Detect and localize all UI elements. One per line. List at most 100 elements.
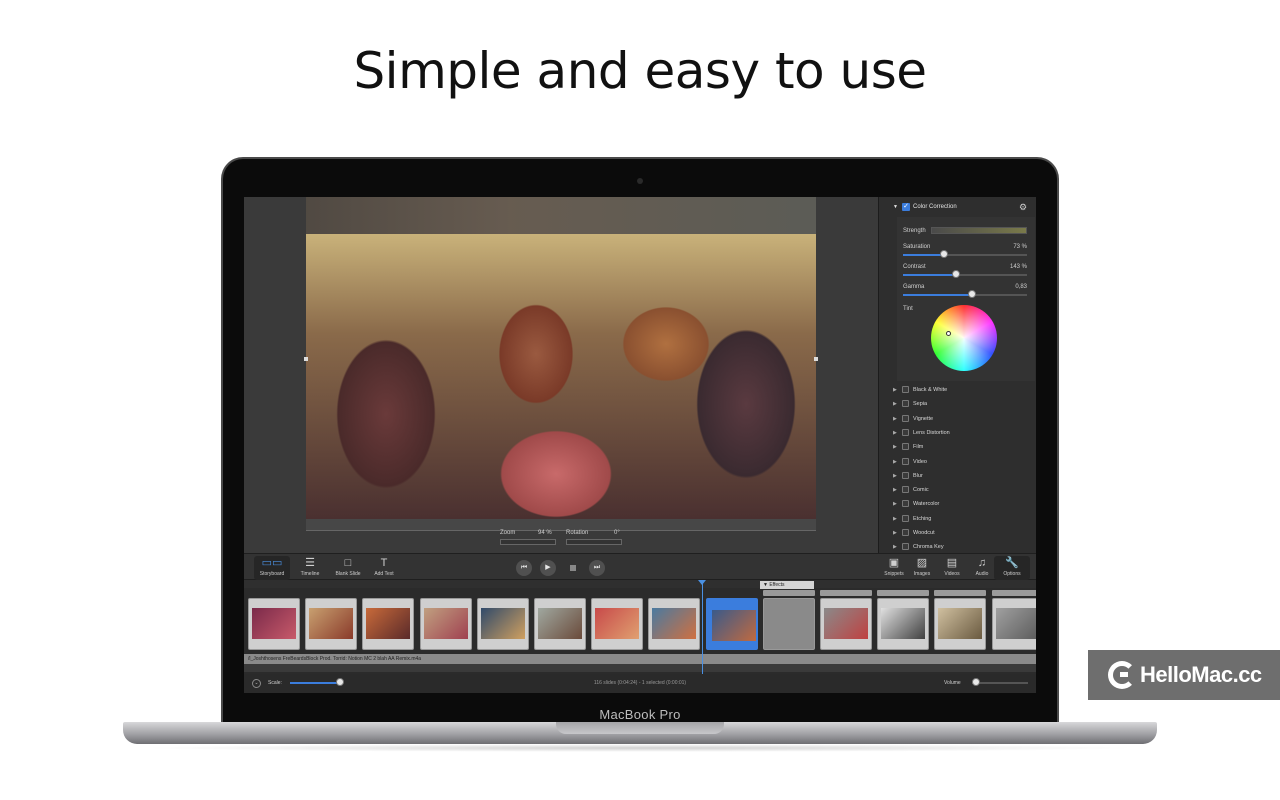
effect-checkbox[interactable] <box>902 471 909 479</box>
timeline-button[interactable]: ☰ Timeline <box>292 556 328 580</box>
effect-checkbox[interactable] <box>902 386 909 393</box>
slide-clip[interactable] <box>362 598 415 650</box>
slide-clip[interactable] <box>248 598 300 650</box>
effect-checkbox[interactable] <box>902 514 909 522</box>
effect-item[interactable]: ▶ Film <box>879 441 1036 453</box>
storyboard-label: Storyboard <box>259 571 285 577</box>
effect-item[interactable]: ▶ Video <box>879 456 1036 468</box>
slide-clip[interactable] <box>991 598 1036 650</box>
disclosure-triangle-icon[interactable]: ▶ <box>893 473 897 479</box>
gamma-fill <box>903 294 973 296</box>
preview-scrubber[interactable] <box>306 519 816 531</box>
effect-item[interactable]: ▶ Lens Distortion <box>879 427 1036 439</box>
storyboard-icon: ▭▭ <box>261 557 283 569</box>
effect-track-segment[interactable] <box>877 590 930 596</box>
storyboard-button[interactable]: ▭▭ Storyboard <box>254 556 290 580</box>
slide-clip[interactable] <box>534 598 586 650</box>
watermark-badge: HelloMac.cc <box>1088 650 1280 700</box>
selected-slide-clip[interactable] <box>705 598 758 650</box>
slide-clip[interactable] <box>476 598 529 650</box>
effect-checkbox[interactable] <box>902 500 909 508</box>
slide-clip[interactable] <box>305 598 358 650</box>
saturation-knob[interactable] <box>939 250 948 258</box>
effect-checkbox[interactable] <box>902 400 909 408</box>
audio-track[interactable]: /l_Joshthosens FreBeardsBlock Prod. Torr… <box>244 654 1036 664</box>
photo-overflow <box>306 197 816 234</box>
slide-clip[interactable] <box>820 598 872 650</box>
rotation-label: Rotation <box>566 530 589 536</box>
add-text-button[interactable]: T Add Text <box>366 556 402 580</box>
color-correction-header[interactable]: ▼ ✓ Color Correction ⚙ <box>879 202 1036 214</box>
slide-preview-photo[interactable] <box>306 234 816 519</box>
disclosure-triangle-icon[interactable]: ▶ <box>893 530 897 536</box>
disclosure-triangle-icon[interactable]: ▶ <box>893 416 897 422</box>
effect-checkbox[interactable] <box>902 529 909 536</box>
disclosure-triangle-icon[interactable]: ▶ <box>893 544 897 550</box>
gamma-label: Gamma <box>903 284 925 290</box>
strength-slider[interactable] <box>931 227 1027 234</box>
slide-clip[interactable] <box>591 598 644 650</box>
disclosure-triangle-icon[interactable]: ▶ <box>893 459 897 465</box>
play-button[interactable]: ▶ <box>540 560 556 576</box>
effect-item[interactable]: ▶ Comic <box>879 484 1036 496</box>
crop-handle-right[interactable] <box>814 357 818 361</box>
blank-slide-button[interactable]: □ Blank Slide <box>330 556 366 580</box>
slide-clip[interactable] <box>648 598 701 650</box>
effect-item[interactable]: ▶ Etching <box>879 513 1036 525</box>
rotation-slider[interactable] <box>566 539 622 545</box>
skip-back-button[interactable]: ⏮ <box>516 560 532 576</box>
effect-item[interactable]: ▶ Vignette <box>879 413 1036 425</box>
volume-knob[interactable] <box>972 678 980 686</box>
volume-label: Volume <box>944 680 961 686</box>
effect-item[interactable]: ▶ Chroma Key <box>879 541 1036 553</box>
effect-checkbox[interactable] <box>902 486 909 494</box>
effect-label: Video <box>913 458 927 465</box>
effect-track-segment[interactable] <box>820 590 872 596</box>
effect-item[interactable]: ▶ Black & White <box>879 384 1036 396</box>
skip-forward-button[interactable]: ⏭ <box>589 560 605 576</box>
zoom-slider[interactable] <box>500 539 556 545</box>
effect-checkbox[interactable] <box>902 457 909 465</box>
playhead[interactable] <box>702 580 703 674</box>
disclosure-triangle-icon[interactable]: ▶ <box>893 487 897 493</box>
volume-slider[interactable] <box>972 682 1028 684</box>
effect-checkbox[interactable] <box>902 543 909 551</box>
effects-tag[interactable]: ▼ Effects <box>760 581 814 589</box>
checkbox-icon[interactable]: ✓ <box>902 203 910 211</box>
disclosure-triangle-icon[interactable]: ▶ <box>893 516 897 522</box>
options-button[interactable]: 🔧 Options <box>994 556 1030 580</box>
disclosure-triangle-icon[interactable]: ▶ <box>893 501 897 507</box>
effect-checkbox[interactable] <box>902 414 909 422</box>
effect-track-segment[interactable] <box>991 590 1036 596</box>
disclosure-triangle-icon[interactable]: ▶ <box>893 444 897 450</box>
gear-icon[interactable]: ⚙ <box>1019 202 1027 213</box>
effect-track-segment[interactable] <box>762 590 815 596</box>
slide-clip[interactable] <box>934 598 987 650</box>
blank-slide-icon: □ <box>344 557 352 569</box>
slide-clip[interactable] <box>419 598 472 650</box>
playhead-handle[interactable] <box>698 580 706 585</box>
effect-track-segment[interactable] <box>934 590 987 596</box>
effect-item[interactable]: ▶ Blur <box>879 470 1036 482</box>
slide-clip[interactable] <box>762 598 815 650</box>
disclosure-triangle-icon[interactable]: ▶ <box>893 387 897 393</box>
tint-color-wheel[interactable] <box>931 305 997 371</box>
effect-item[interactable]: ▶ Sepia <box>879 398 1036 410</box>
effect-item[interactable]: ▶ Woodcut <box>879 527 1036 539</box>
time-ruler[interactable] <box>244 580 1036 588</box>
slide-clip[interactable] <box>877 598 930 650</box>
stop-button[interactable] <box>570 565 576 571</box>
clip-thumbnail <box>881 608 926 639</box>
effect-item[interactable]: ▶ Watercolor <box>879 498 1036 510</box>
effect-checkbox[interactable] <box>902 443 909 451</box>
status-bar: ⌄ Scale: 116 slides (0:04:24) - 1 select… <box>244 674 1036 693</box>
disclosure-triangle-icon[interactable]: ▼ <box>893 204 898 210</box>
app-window: Zoom 94 % Rotation 0° ▼ ✓ Color Correcti… <box>244 197 1036 693</box>
clip-thumbnail <box>938 608 983 639</box>
tint-picker-dot[interactable] <box>946 331 951 336</box>
disclosure-triangle-icon[interactable]: ▶ <box>893 401 897 407</box>
crop-handle-left[interactable] <box>304 357 308 361</box>
effect-checkbox[interactable] <box>902 428 909 436</box>
disclosure-triangle-icon[interactable]: ▶ <box>893 430 897 436</box>
clip-thumbnail <box>480 608 525 639</box>
